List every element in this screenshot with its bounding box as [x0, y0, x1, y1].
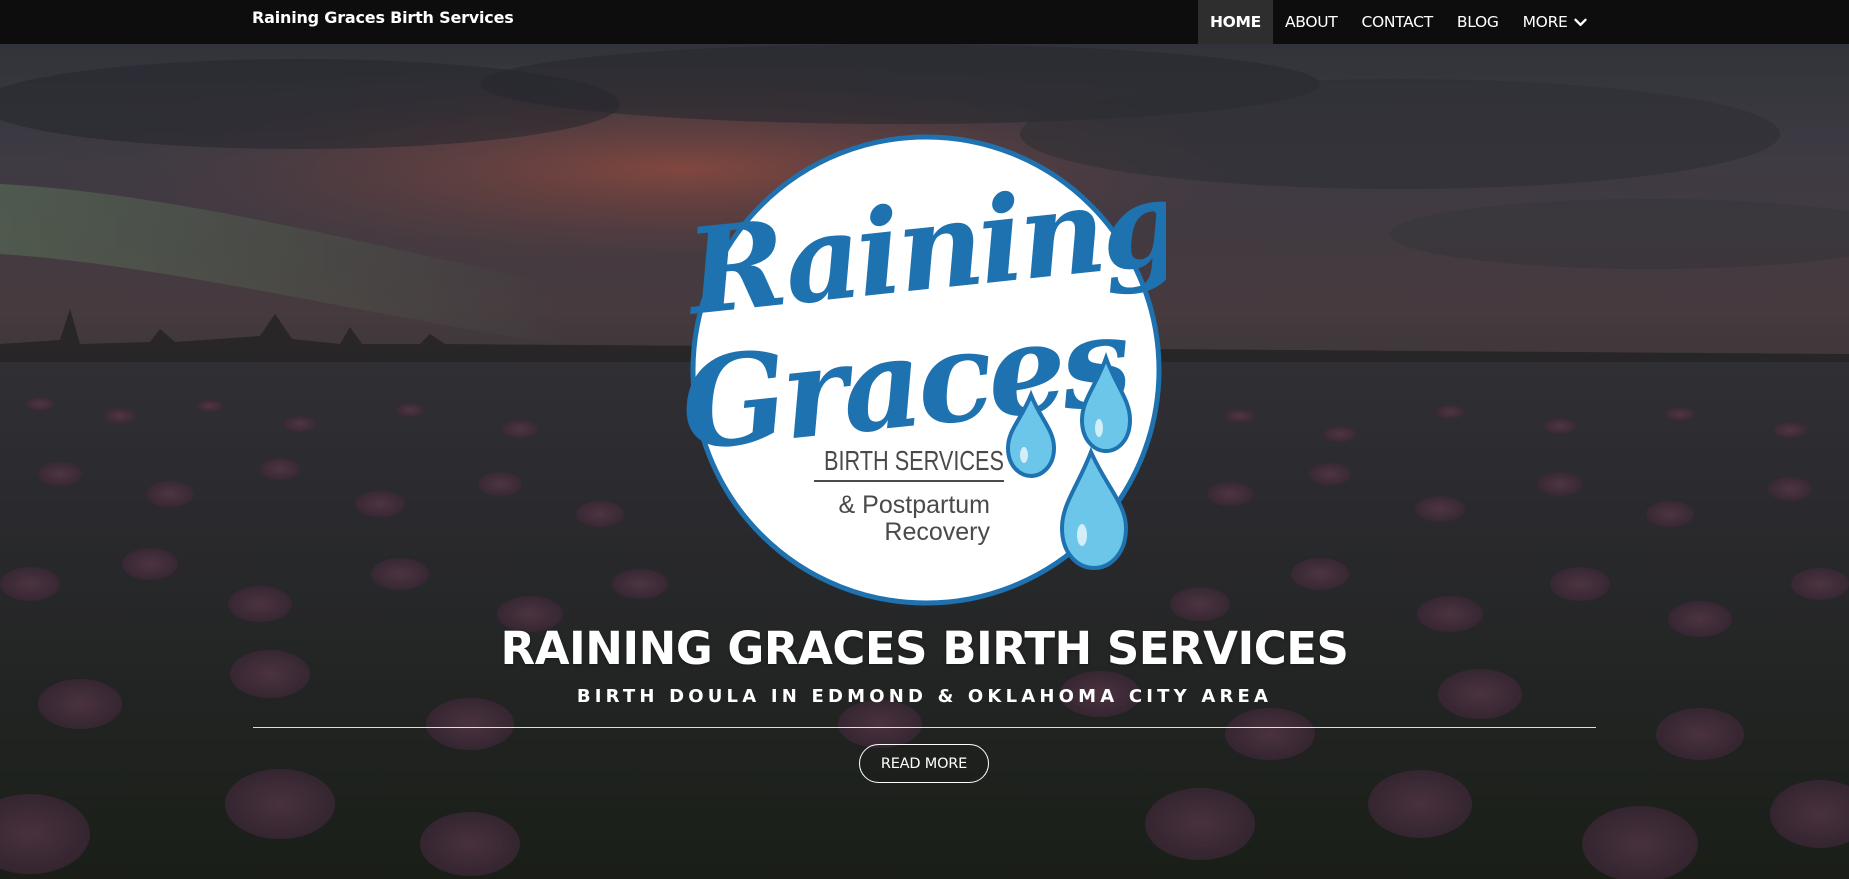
nav-item-label: ABOUT [1284, 13, 1338, 31]
main-nav: HOME ABOUT CONTACT BLOG MORE [1198, 0, 1599, 44]
nav-item-label: CONTACT [1361, 13, 1433, 31]
hero-subtitle: BIRTH DOULA IN EDMOND & OKLAHOMA CITY AR… [576, 686, 1273, 707]
logo-recovery: Recovery [884, 518, 990, 546]
logo-birth-services: BIRTH SERVICES [824, 445, 1004, 476]
raining-graces-logo: Raining Graces BIRTH SERVICES & Postpart… [674, 130, 1187, 610]
hero-divider [253, 727, 1596, 728]
nav-item-about[interactable]: ABOUT [1273, 0, 1349, 44]
nav-item-blog[interactable]: BLOG [1445, 0, 1511, 44]
nav-item-contact[interactable]: CONTACT [1349, 0, 1444, 44]
logo-postpartum: & Postpartum [839, 491, 990, 519]
nav-item-more[interactable]: MORE [1511, 0, 1599, 44]
hero-title: RAINING GRACES BIRTH SERVICES [500, 622, 1349, 675]
page: Raining Graces Birth Services HOME ABOUT… [0, 0, 1849, 879]
nav-item-home[interactable]: HOME [1198, 0, 1273, 44]
chevron-down-icon [1573, 18, 1587, 27]
top-navigation-bar: Raining Graces Birth Services HOME ABOUT… [0, 0, 1849, 44]
read-more-button[interactable]: READ MORE [859, 744, 989, 783]
site-title-link[interactable]: Raining Graces Birth Services [252, 0, 514, 36]
nav-item-label: HOME [1210, 13, 1261, 31]
nav-item-label: BLOG [1456, 13, 1499, 31]
nav-item-label: MORE [1522, 13, 1568, 31]
